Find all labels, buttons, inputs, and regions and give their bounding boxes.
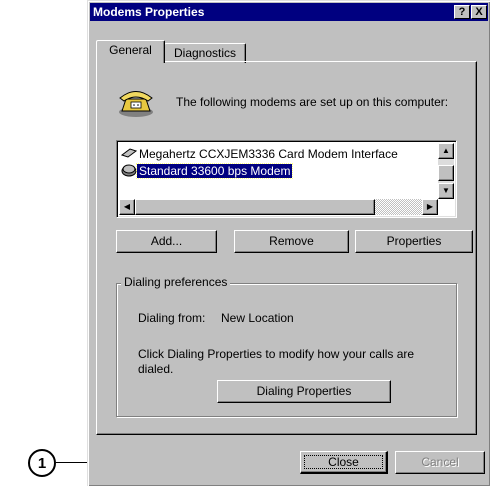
scroll-thumb[interactable]: [438, 165, 454, 181]
card-modem-icon: [120, 148, 138, 158]
modem-list-item[interactable]: Megahertz CCXJEM3336 Card Modem Interfac…: [120, 146, 400, 162]
dialing-from-label: Dialing from:: [138, 311, 206, 325]
modem-name: Standard 33600 bps Modem: [135, 163, 294, 179]
remove-button[interactable]: Remove: [234, 230, 349, 253]
dialing-from-value: New Location: [221, 311, 294, 325]
modem-list-item-selected[interactable]: Standard 33600 bps Modem: [121, 163, 294, 179]
properties-button-label: Properties: [386, 234, 442, 248]
focus-rectangle: [304, 455, 383, 469]
tab-diagnostics[interactable]: Diagnostics: [164, 43, 246, 63]
cancel-button-label: Cancel: [421, 455, 459, 469]
scroll-left-arrow-icon[interactable]: ◀: [119, 199, 135, 215]
add-button[interactable]: Add...: [116, 230, 217, 253]
modem-list[interactable]: Megahertz CCXJEM3336 Card Modem Interfac…: [116, 140, 457, 218]
modem-device-icon: [121, 164, 137, 177]
dialing-properties-button[interactable]: Dialing Properties: [217, 380, 391, 403]
dialing-preferences-legend: Dialing preferences: [121, 275, 231, 289]
dialing-properties-button-label: Dialing Properties: [256, 384, 352, 398]
window-title: Modems Properties: [93, 5, 205, 19]
scroll-up-arrow-icon[interactable]: ▲: [438, 143, 454, 159]
callout-marker: 1: [28, 449, 56, 477]
close-button[interactable]: Close: [300, 451, 388, 474]
close-window-button[interactable]: X: [471, 5, 487, 19]
modem-name: Megahertz CCXJEM3336 Card Modem Interfac…: [139, 147, 398, 161]
callout-number: 1: [37, 454, 47, 472]
cancel-button[interactable]: Cancel: [395, 451, 485, 474]
tab-diagnostics-label: Diagnostics: [173, 46, 237, 60]
list-horizontal-scrollbar[interactable]: ◀ ▶: [119, 199, 438, 215]
dialing-help-text-line1: Click Dialing Properties to modify how y…: [138, 347, 415, 361]
tab-general[interactable]: General: [96, 40, 165, 63]
list-vertical-scrollbar[interactable]: ▲ ▼: [438, 143, 454, 199]
remove-button-label: Remove: [269, 234, 314, 248]
horizontal-scroll-thumb[interactable]: [135, 199, 375, 215]
title-bar[interactable]: Modems Properties ? X: [90, 3, 488, 21]
properties-button[interactable]: Properties: [355, 230, 473, 253]
scroll-right-arrow-icon[interactable]: ▶: [422, 199, 438, 215]
intro-text: The following modems are set up on this …: [176, 95, 449, 109]
dialing-help-text-line2: dialed.: [138, 362, 174, 376]
telephone-modem-icon: [119, 91, 153, 117]
tab-general-label: General: [109, 43, 152, 57]
scroll-down-arrow-icon[interactable]: ▼: [438, 183, 454, 199]
add-button-label: Add...: [150, 234, 183, 248]
help-button[interactable]: ?: [454, 5, 470, 19]
